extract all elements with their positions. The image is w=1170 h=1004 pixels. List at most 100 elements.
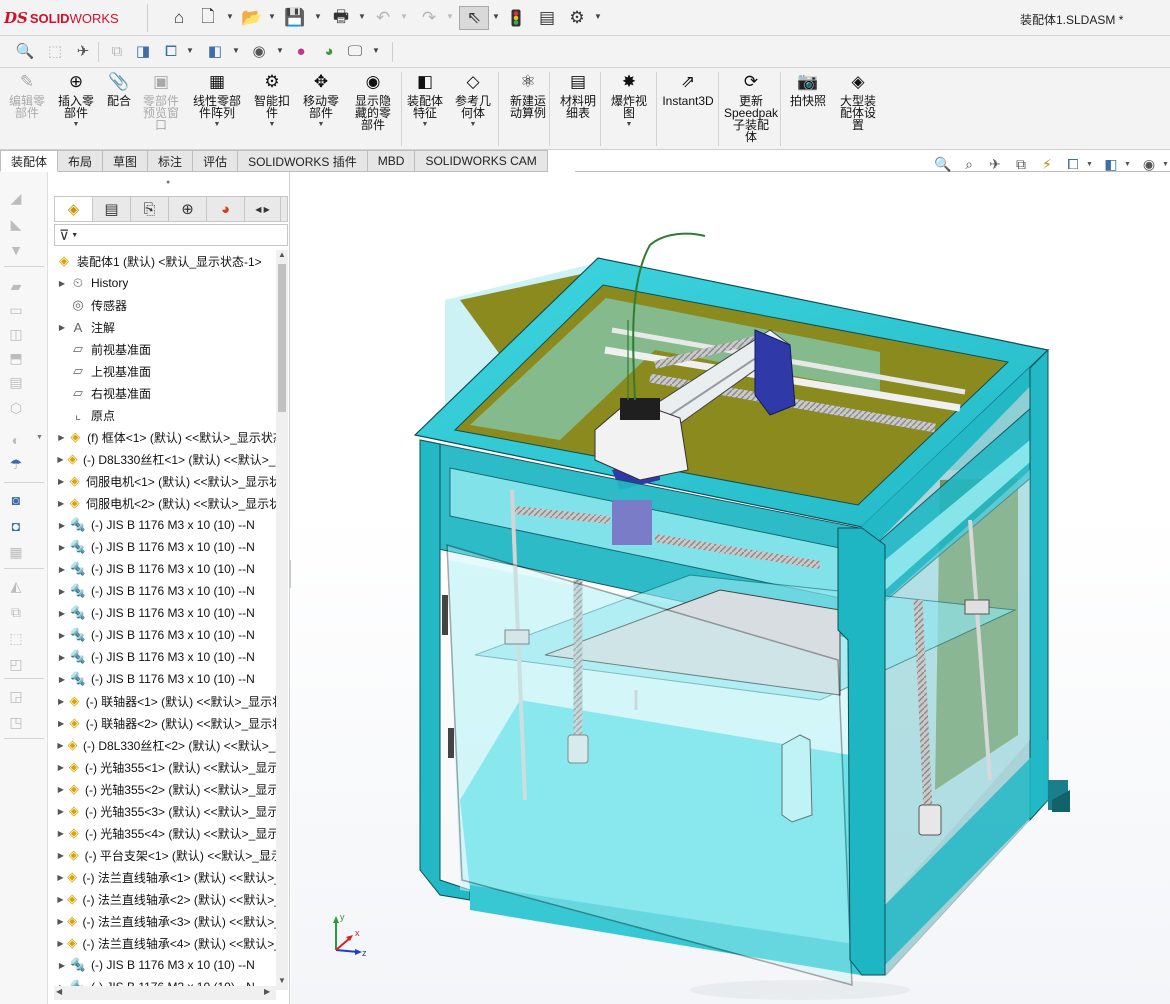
hide-show-dropdown-icon[interactable]: ▼ [276,46,284,55]
view-orientation-dropdown-icon[interactable]: ▼ [1086,161,1098,168]
assembly-icon[interactable]: ◘ [6,516,26,536]
expand-arrow-icon[interactable]: ▶ [56,565,68,574]
expand-arrow-icon[interactable]: ▶ [56,543,68,552]
reference-geometry-dropdown-icon[interactable]: ▼ [470,121,477,128]
feature-tree-tab-icon[interactable]: ◈ [55,197,93,221]
redo-icon[interactable]: ↷ [418,6,440,30]
home-icon[interactable]: ⌂ [168,6,190,30]
section-view-icon[interactable]: ⧉ [106,40,128,62]
new-document-icon[interactable]: 🗋 [198,6,218,30]
tree-node[interactable]: ▶◈ (-) 平台支架<1> (默认) <<默认>_显示状态 1> [50,844,276,866]
property-manager-tab-icon[interactable]: ▤ [93,197,131,221]
view-orientation-dropdown-icon[interactable]: ▼ [186,46,194,55]
sweep-icon[interactable]: ◫ [6,324,26,344]
tree-node[interactable]: ▶◈ 伺服电机<2> (默认) <<默认>_显示状态 1> [50,492,276,514]
reference-geometry-button[interactable]: ◇ 参考几 何体 ▼ [452,70,494,128]
move-component-button[interactable]: ✥ 移动零 部件 ▼ [300,70,342,128]
linear-pattern-dropdown-icon[interactable]: ▼ [214,121,221,128]
expand-arrow-icon[interactable]: ▶ [56,807,66,816]
zoom-to-area-icon[interactable]: ⌕ [956,156,982,173]
assembly-features-button[interactable]: ◧ 装配体 特征 ▼ [403,70,447,128]
draft-icon[interactable]: ▼ [6,240,26,260]
graphics-area[interactable]: y x z [291,172,1170,1004]
dynamic-annotation-icon[interactable]: ⚡ [1034,156,1060,173]
insert-components-button[interactable]: ⊕ 插入零 部件 ▼ [55,70,97,128]
tree-node[interactable]: ▶🔩 (-) JIS B 1176 M3 x 10 (10) --N [50,580,276,602]
exploded-view-button[interactable]: ✸ 爆炸视 图 ▼ [607,70,651,128]
filter-dropdown-icon[interactable]: ▼ [71,232,78,239]
expand-arrow-icon[interactable]: ▶ [56,785,66,794]
move-component-dropdown-icon[interactable]: ▼ [318,121,325,128]
tree-node[interactable]: ▶◈ (-) 联轴器<1> (默认) <<默认>_显示状态 1> [50,690,276,712]
scroll-left-icon[interactable]: ◀ [56,987,62,996]
select-icon[interactable]: ⇖ [459,6,489,30]
tree-node[interactable]: ▱ 前视基准面 [50,338,276,360]
exploded-view-dropdown-icon[interactable]: ▼ [626,121,633,128]
tree-node[interactable]: ⌞ 原点 [50,404,276,426]
expand-arrow-icon[interactable]: ▶ [56,455,65,464]
panel-grip-icon[interactable]: ● [166,179,170,186]
linear-pattern-button[interactable]: ▦ 线性零部 件阵列 ▼ [188,70,246,128]
mate-button[interactable]: 📎 配合 [104,70,134,107]
dynamic-annotation-icon[interactable]: ◨ [132,40,154,62]
chamfer-icon[interactable]: ◣ [6,214,26,234]
tree-node[interactable]: ▶🔩 (-) JIS B 1176 M3 x 10 (10) --N [50,624,276,646]
wrap-icon[interactable]: ⬡ [6,398,26,418]
snapshot-button[interactable]: 📷 拍快照 [788,70,828,107]
loft-icon[interactable]: ⬒ [6,348,26,368]
new-dropdown-icon[interactable]: ▼ [226,12,234,21]
expand-arrow-icon[interactable]: ▶ [56,895,65,904]
expand-arrow-icon[interactable]: ▶ [56,477,66,486]
assembly-model-render[interactable] [291,172,1170,1004]
tree-node[interactable]: ▶◈ (-) D8L330丝杠<2> (默认) <<默认>_显示状态 1> [50,734,276,756]
expand-arrow-icon[interactable]: ▶ [56,499,66,508]
tab-4[interactable]: 评估 [193,150,239,172]
expand-arrow-icon[interactable]: ▶ [56,719,66,728]
save-dropdown-icon[interactable]: ▼ [314,12,322,21]
file-properties-icon[interactable]: ▤ [536,6,558,30]
expand-arrow-icon[interactable]: ▶ [56,697,66,706]
zoom-to-fit-icon[interactable]: 🔍 [14,40,36,62]
tab-scroll-arrows-icon[interactable]: ◀ ▶ [245,197,281,221]
tree-node[interactable]: ▶🔩 (-) JIS B 1176 M3 x 10 (10) --N [50,668,276,690]
new-motion-study-button[interactable]: ⚛ 新建运 动算例 [505,70,551,119]
instant3d-button[interactable]: ⇗ Instant3D [662,70,714,107]
expand-arrow-icon[interactable]: ▶ [56,587,68,596]
display-style-dropdown-icon[interactable]: ▼ [1124,161,1136,168]
mushroom-icon[interactable]: ☂ [6,454,26,474]
tree-node[interactable]: ▶ A 注解 [50,316,276,338]
expand-arrow-icon[interactable]: ▶ [56,323,68,332]
expand-arrow-icon[interactable]: ▶ [56,829,66,838]
display-style-icon[interactable]: ◧ [204,40,226,62]
zoom-to-area-icon[interactable]: ⬚ [44,40,66,62]
smart-fasteners-button[interactable]: ⚙ 智能扣 件 ▼ [251,70,293,128]
component-preview-button[interactable]: ▣ 零部件 预览窗 口 [139,70,183,131]
bom-button[interactable]: ▤ 材料明 细表 [556,70,600,119]
options-icon[interactable]: ⚙ [566,6,588,30]
hide-show-items-icon[interactable]: ◉ [248,40,270,62]
split-icon[interactable]: ⬚ [6,628,26,648]
display-style-icon[interactable]: ◧ [1098,156,1124,173]
expand-arrow-icon[interactable]: ▶ [56,741,65,750]
section-view-icon[interactable]: ⧉ [1008,156,1034,173]
expand-arrow-icon[interactable]: ▶ [56,609,68,618]
display-style-dropdown-icon[interactable]: ▼ [232,46,240,55]
rebuild-icon[interactable] [506,6,526,30]
tree-node[interactable]: ▶◈ (-) 光轴355<4> (默认) <<默认>_显示状态 1> [50,822,276,844]
undo-dropdown-icon[interactable]: ▼ [400,12,408,21]
tree-node[interactable]: ▶◈ (-) 法兰直线轴承<3> (默认) <<默认>_显示状态 1> [50,910,276,932]
fillet-icon[interactable]: ◢ [6,188,26,208]
tree-node[interactable]: ▶◈ 伺服电机<1> (默认) <<默认>_显示状态 1> [50,470,276,492]
assembly-features-dropdown-icon[interactable]: ▼ [422,121,429,128]
options-dropdown-icon[interactable]: ▼ [594,12,602,21]
solidworks-logo[interactable]: DS SOLID WORKS [4,6,140,30]
tab-1[interactable]: 布局 [58,150,104,172]
mirror-icon[interactable]: ◭ [6,576,26,596]
tree-vertical-scrollbar[interactable]: ▲ ▼ [276,250,288,990]
previous-view-icon[interactable]: ✈ [72,40,94,62]
select-dropdown-icon[interactable]: ▼ [492,12,500,21]
dome-icon[interactable]: ◐ [6,430,26,450]
tree-node[interactable]: ▶ ⏲ History [50,272,276,294]
dimxpert-tab-icon[interactable]: ⊕ [169,197,207,221]
save-icon[interactable]: 💾 [284,6,306,30]
